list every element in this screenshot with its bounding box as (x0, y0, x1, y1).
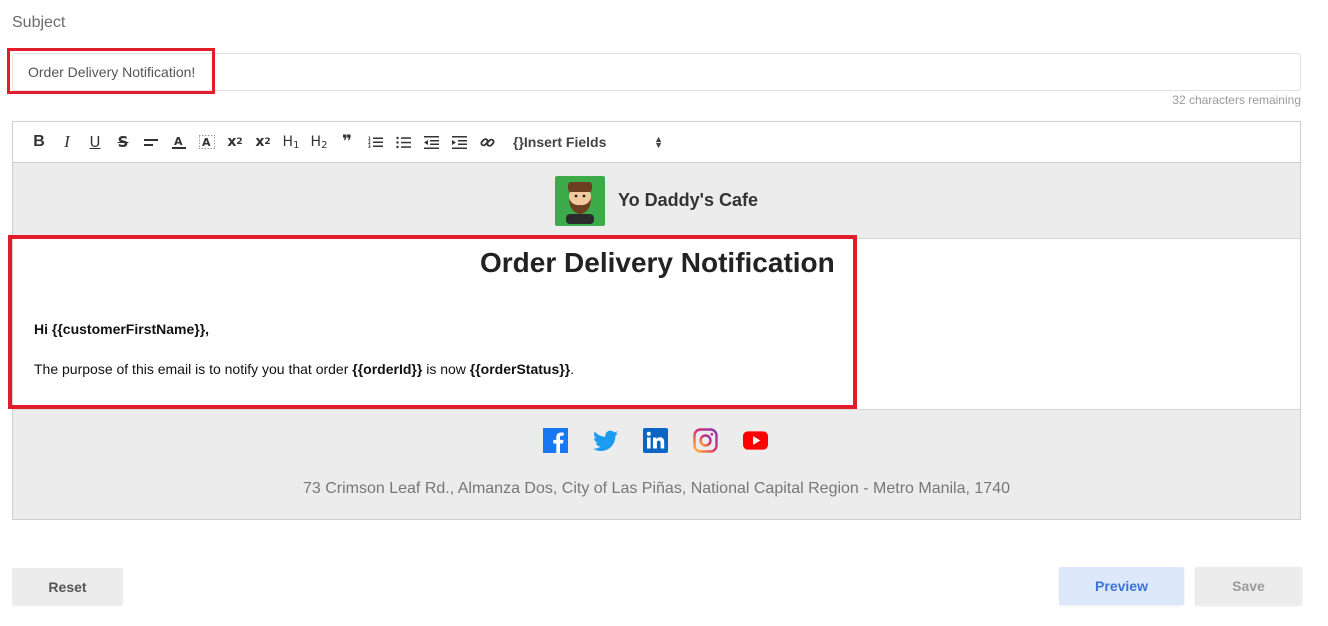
purpose-prefix: The purpose of this email is to notify y… (34, 361, 353, 377)
heading-1-icon[interactable]: H1 (277, 130, 305, 154)
twitter-icon[interactable] (593, 428, 618, 453)
purpose-mid: is now (422, 361, 470, 377)
indent-icon[interactable] (445, 130, 473, 154)
email-purpose: The purpose of this email is to notify y… (34, 361, 574, 377)
align-icon[interactable] (137, 130, 165, 154)
characters-remaining: 32 characters remaining (1172, 93, 1301, 107)
business-address: 73 Crimson Leaf Rd., Almanza Dos, City o… (302, 480, 1010, 497)
insert-fields-select[interactable]: {}Insert Fields ▲ ▼ (513, 130, 663, 154)
email-footer: 73 Crimson Leaf Rd., Almanza Dos, City o… (13, 409, 1300, 519)
email-title: Order Delivery Notification (480, 247, 835, 278)
reset-button[interactable]: Reset (12, 568, 123, 606)
facebook-icon[interactable] (543, 428, 568, 453)
svg-text:3: 3 (368, 144, 371, 149)
email-body[interactable]: Order Delivery Notification Hi {{custome… (13, 239, 1300, 409)
superscript-icon[interactable]: x2 (221, 130, 249, 154)
preview-button[interactable]: Preview (1059, 567, 1184, 605)
blockquote-icon[interactable]: ❞ (333, 130, 361, 154)
strikethrough-icon[interactable]: S (109, 130, 137, 154)
text-color-icon[interactable]: A (165, 130, 193, 154)
editor-toolbar: B I U S A A x2 x2 H1 H2 ❞ 123 {}Insert F… (13, 122, 1300, 163)
background-color-icon[interactable]: A (193, 130, 221, 154)
svg-text:A: A (202, 136, 211, 149)
subject-label: Subject (12, 14, 66, 31)
subject-input[interactable]: Order Delivery Notification! (12, 53, 1301, 91)
subscript-icon[interactable]: x2 (249, 130, 277, 154)
underline-icon[interactable]: U (81, 130, 109, 154)
youtube-icon[interactable] (743, 428, 768, 453)
email-header: Yo Daddy's Cafe (13, 163, 1300, 239)
email-editor: B I U S A A x2 x2 H1 H2 ❞ 123 {}Insert F… (12, 121, 1301, 520)
social-links (543, 428, 768, 453)
order-id-field: {{orderId}} (352, 361, 423, 377)
email-greeting: Hi {{customerFirstName}}, (34, 321, 210, 337)
insert-fields-label: {}Insert Fields (513, 134, 607, 150)
ordered-list-icon[interactable]: 123 (361, 130, 389, 154)
bold-icon[interactable]: B (25, 130, 53, 154)
bullet-list-icon[interactable] (389, 130, 417, 154)
save-button[interactable]: Save (1195, 567, 1302, 605)
order-status-field: {{orderStatus}} (469, 361, 571, 377)
purpose-suffix: . (570, 361, 575, 377)
heading-2-icon[interactable]: H2 (305, 130, 333, 154)
linkedin-icon[interactable] (643, 428, 668, 453)
instagram-icon[interactable] (693, 428, 718, 453)
link-icon[interactable] (473, 130, 501, 154)
cafe-name: Yo Daddy's Cafe (618, 190, 758, 210)
cafe-logo (555, 175, 605, 226)
svg-text:A: A (174, 135, 183, 148)
italic-icon[interactable]: I (53, 130, 81, 154)
select-arrows-icon: ▲ ▼ (654, 134, 663, 150)
outdent-icon[interactable] (417, 130, 445, 154)
